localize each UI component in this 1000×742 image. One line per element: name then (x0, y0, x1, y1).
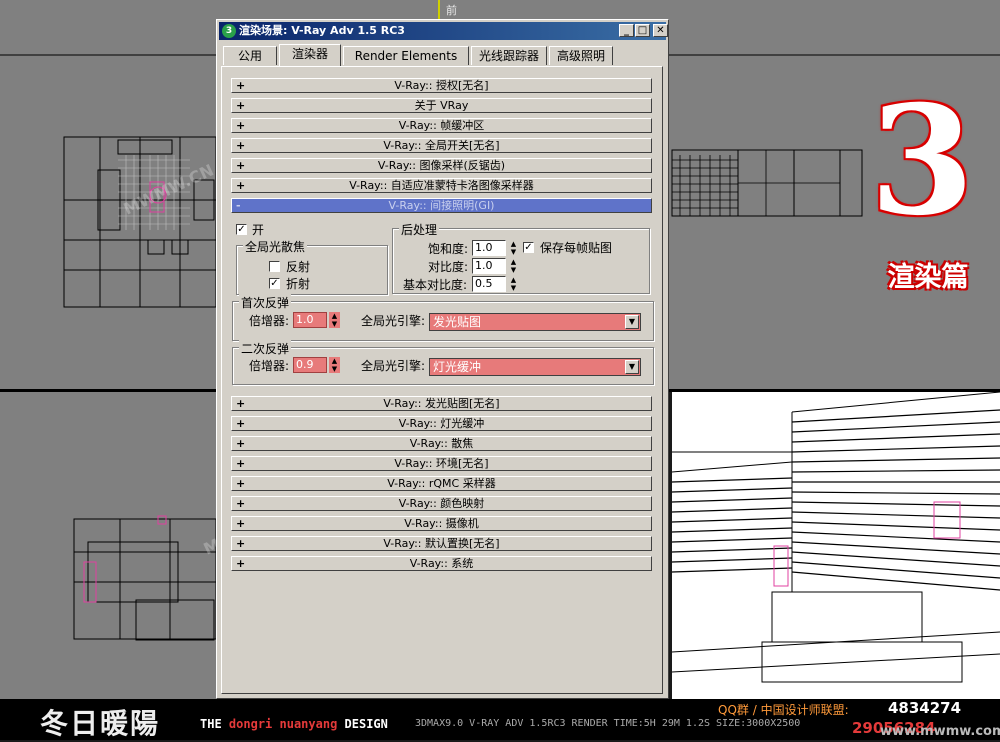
saturation-value[interactable]: 1.0 (472, 240, 506, 256)
spinner-arrows-icon[interactable]: ▲ ▼ (508, 276, 519, 292)
save-maps-checkbox[interactable]: ✓ (523, 242, 534, 253)
caustics-group-title: 全局光散焦 (243, 238, 308, 255)
primary-multiplier-spinner[interactable]: 1.0 ▲ ▼ (293, 312, 353, 328)
rollout-rqmc-sampler[interactable]: + V-Ray:: rQMC 采样器 (231, 476, 652, 491)
footer-logo: 冬日暖陽 (40, 707, 161, 740)
dialog-titlebar[interactable]: 3 渲染场景: V-Ray Adv 1.5 RC3 _ □ ✕ (219, 22, 668, 40)
rollout-system[interactable]: + V-Ray:: 系统 (231, 556, 652, 571)
footer-render-info: 3DMAX9.0 V-RAY ADV 1.5RC3 RENDER TIME:5H… (415, 718, 801, 729)
spinner-arrows-icon[interactable]: ▲ ▼ (508, 240, 519, 256)
caustics-group: 全局光散焦 (236, 238, 388, 295)
contrast-spinner[interactable]: 1.0 ▲ ▼ (472, 258, 520, 274)
reflective-label: 反射 (286, 260, 311, 274)
maximize-button[interactable]: □ (635, 24, 650, 37)
spinner-arrows-icon[interactable]: ▲ ▼ (329, 357, 340, 373)
panel-scrollbar[interactable] (648, 70, 658, 688)
close-button[interactable]: ✕ (653, 24, 668, 37)
gi-on-label: 开 (252, 223, 265, 237)
footer-qq-label: QQ群 / 中国设计师联盟: (718, 703, 849, 717)
primary-multiplier-value[interactable]: 1.0 (293, 312, 327, 328)
rollout-adaptive-qmc-sampler[interactable]: + V-Ray:: 自适应准蒙特卡洛图像采样器 (231, 178, 652, 193)
secondary-engine-label: 全局光引擎: (361, 359, 426, 373)
rollout-irradiance-map[interactable]: + V-Ray:: 发光贴图[无名] (231, 396, 652, 411)
rollout-color-mapping[interactable]: + V-Ray:: 颜色映射 (231, 496, 652, 511)
secondary-multiplier-value[interactable]: 0.9 (293, 357, 327, 373)
perspective-wireframe (672, 392, 1000, 683)
contrast-label: 对比度: (428, 260, 469, 274)
rollout-caustics[interactable]: + V-Ray:: 散焦 (231, 436, 652, 451)
footer-brand: THE dongri nuanyang DESIGN (200, 717, 388, 731)
rollout-authorization[interactable]: + V-Ray:: 授权[无名] (231, 78, 652, 93)
post-processing-title: 后处理 (399, 221, 440, 238)
rollout-frame-buffer[interactable]: + V-Ray:: 帧缓冲区 (231, 118, 652, 133)
rollout-camera[interactable]: + V-Ray:: 摄像机 (231, 516, 652, 531)
footer-url[interactable]: www.mwmw.com.cn (880, 724, 1000, 739)
rollout-default-displacement[interactable]: + V-Ray:: 默认置换[无名] (231, 536, 652, 551)
reflective-checkbox[interactable] (269, 261, 280, 272)
refractive-label: 折射 (286, 277, 311, 291)
chevron-down-icon[interactable]: ▼ (625, 360, 639, 374)
chevron-down-icon[interactable]: ▼ (625, 315, 639, 329)
chapter-title: 渲染篇 (887, 262, 969, 293)
viewport-perspective[interactable] (672, 392, 1000, 699)
saturation-spinner[interactable]: 1.0 ▲ ▼ (472, 240, 520, 256)
tab-common[interactable]: 公用 (223, 46, 277, 65)
rollout-global-switches[interactable]: + V-Ray:: 全局开关[无名] (231, 138, 652, 153)
tab-renderer[interactable]: 渲染器 (279, 44, 341, 66)
dialog-title: 渲染场景: V-Ray Adv 1.5 RC3 (239, 24, 405, 37)
saturation-label: 饱和度: (428, 242, 469, 256)
contrast-value[interactable]: 1.0 (472, 258, 506, 274)
primary-multiplier-label: 倍增器: (249, 314, 290, 328)
secondary-engine-value: 灯光缓冲 (433, 360, 482, 374)
rollout-environment[interactable]: + V-Ray:: 环境[无名] (231, 456, 652, 471)
app-icon: 3 (222, 24, 236, 38)
spinner-arrows-icon[interactable]: ▲ ▼ (508, 258, 519, 274)
contrast-base-spinner[interactable]: 0.5 ▲ ▼ (472, 276, 520, 292)
save-maps-label: 保存每帧贴图 (540, 241, 613, 255)
secondary-multiplier-spinner[interactable]: 0.9 ▲ ▼ (293, 357, 353, 373)
rollout-image-sampler[interactable]: + V-Ray:: 图像采样(反锯齿) (231, 158, 652, 173)
primary-bounces-title: 首次反弹 (239, 294, 292, 311)
rollout-light-cache[interactable]: + V-Ray:: 灯光缓冲 (231, 416, 652, 431)
primary-engine-value: 发光贴图 (433, 315, 482, 329)
minimize-button[interactable]: _ (619, 24, 634, 37)
tab-raytracer[interactable]: 光线跟踪器 (471, 46, 547, 65)
refractive-checkbox[interactable]: ✓ (269, 278, 280, 289)
contrast-base-value[interactable]: 0.5 (472, 276, 506, 292)
secondary-engine-select[interactable]: 灯光缓冲 ▼ (429, 358, 641, 376)
gi-on-checkbox[interactable]: ✓ (236, 224, 247, 235)
tab-render-elements[interactable]: Render Elements (343, 46, 469, 65)
primary-engine-select[interactable]: 发光贴图 ▼ (429, 313, 641, 331)
footer-banner: 冬日暖陽 THE dongri nuanyang DESIGN 3DMAX9.0… (0, 699, 1000, 740)
secondary-bounces-title: 二次反弹 (239, 340, 292, 357)
spinner-arrows-icon[interactable]: ▲ ▼ (329, 312, 340, 328)
rollout-about-vray[interactable]: + 关于 VRay (231, 98, 652, 113)
rollout-indirect-illumination[interactable]: - V-Ray:: 间接照明(GI) (231, 198, 652, 213)
tab-advanced-lighting[interactable]: 高级照明 (549, 46, 613, 65)
chapter-number: 3 (869, 73, 975, 249)
contrast-base-label: 基本对比度: (403, 278, 468, 292)
secondary-multiplier-label: 倍增器: (249, 359, 290, 373)
primary-engine-label: 全局光引擎: (361, 314, 426, 328)
footer-qq-number: 4834274 (888, 699, 962, 717)
